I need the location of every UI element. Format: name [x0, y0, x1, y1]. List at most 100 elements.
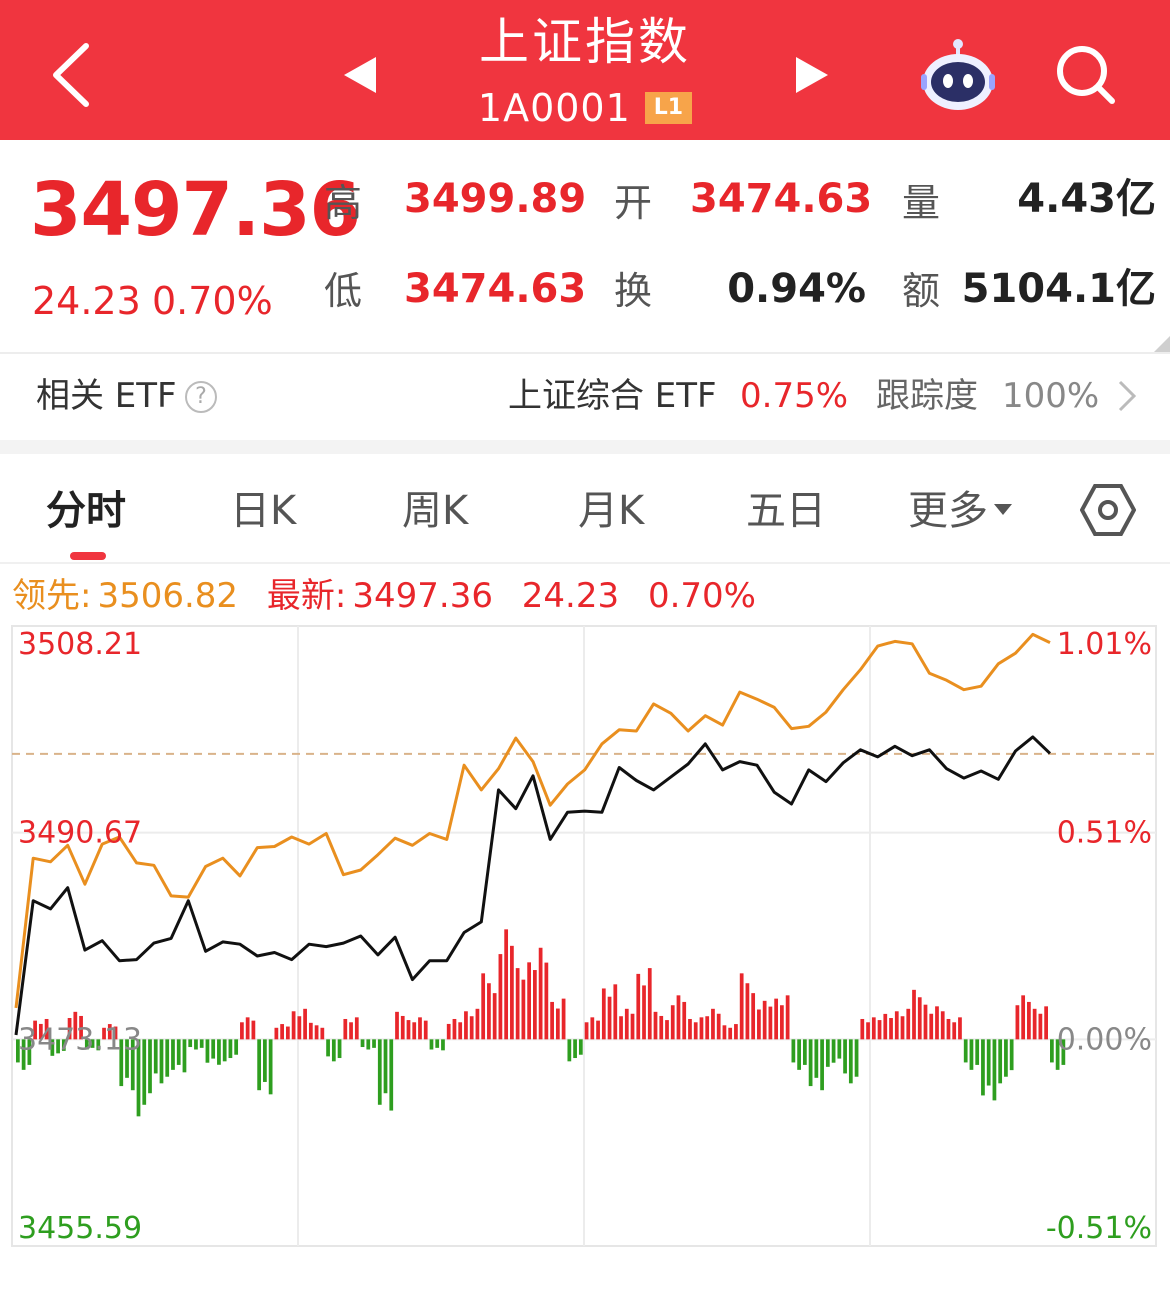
volume-bar	[992, 1039, 997, 1101]
volume-bar	[716, 1013, 721, 1040]
volume-bar	[331, 1039, 336, 1062]
volume-bar	[1044, 1006, 1048, 1040]
volume-bar	[1021, 995, 1026, 1040]
volume-bar	[521, 979, 526, 1040]
volume-bar	[774, 998, 779, 1040]
volume-bar	[481, 973, 486, 1040]
tab-weekly-k[interactable]: 周K	[402, 486, 468, 536]
back-button[interactable]	[30, 30, 110, 120]
volume-bar	[596, 1020, 600, 1040]
volume-bar	[475, 1008, 480, 1040]
volume-bar	[567, 1039, 572, 1062]
volume-bar	[544, 962, 549, 1040]
expand-corner-icon[interactable]	[1154, 336, 1170, 352]
volume-bar	[257, 1039, 262, 1091]
open-value: 3474.63	[690, 176, 873, 222]
volume-bar	[527, 962, 531, 1040]
y-tick-label-left: 3473.13	[18, 1022, 142, 1057]
stock-code: 1A0001	[477, 86, 631, 130]
intraday-chart[interactable]: 3508.21 3490.67 3473.13 3455.59 1.01% 0.51% 0.…	[0, 618, 1170, 1298]
stock-code-row: 1A0001 L1	[400, 84, 770, 132]
volume-bar	[188, 1039, 193, 1048]
volume-bar	[820, 1039, 824, 1091]
volume-bar	[963, 1039, 968, 1063]
volume-bar	[659, 1015, 664, 1040]
volume-bar	[734, 1024, 738, 1040]
next-stock-button[interactable]	[782, 40, 842, 110]
tab-five-day[interactable]: 五日	[746, 486, 826, 536]
low-label: 低	[324, 269, 363, 313]
volume-bar	[360, 1039, 365, 1048]
volume-bar	[866, 1022, 870, 1040]
volume-bar	[607, 996, 612, 1040]
low-value: 3474.63	[404, 266, 587, 312]
volume-bar	[182, 1039, 187, 1073]
volume-bar	[745, 983, 750, 1040]
volume-bar	[860, 1018, 865, 1040]
tab-intraday[interactable]: 分时	[46, 486, 126, 536]
volume-bar	[504, 929, 509, 1040]
current-price: 3497.36	[30, 167, 361, 253]
settings-hexagon-icon[interactable]	[1080, 482, 1136, 538]
volume-bar	[555, 1008, 560, 1040]
volume-bar	[883, 1013, 888, 1040]
volume-bar	[222, 1039, 227, 1062]
etf-change-pct: 0.75%	[740, 376, 849, 416]
latest-pct: 0.70%	[647, 576, 756, 616]
volume-bar	[929, 1013, 934, 1040]
volume-bar	[217, 1039, 221, 1065]
volume-bar	[366, 1039, 371, 1050]
volume-bar	[1050, 1039, 1054, 1063]
volume-bar	[435, 1039, 440, 1048]
tab-more[interactable]: 更多	[908, 486, 1012, 536]
volume-bar	[670, 1005, 675, 1040]
robot-assistant-icon	[921, 39, 995, 110]
volume-bar	[814, 1039, 819, 1078]
volume-bar	[728, 1027, 733, 1040]
volume-bar	[280, 1024, 284, 1040]
volume-bar	[642, 985, 646, 1040]
volume-bar	[240, 1022, 244, 1040]
volume-bar	[354, 1017, 359, 1040]
lead-index-line	[14, 632, 1051, 1009]
volume-bar	[969, 1039, 974, 1070]
volume-bar	[469, 1016, 474, 1040]
volume-bar	[291, 1011, 296, 1040]
volume-bar	[343, 1018, 348, 1040]
volume-bar	[383, 1039, 388, 1094]
volume-bar	[1027, 1001, 1031, 1040]
volume-bar	[464, 1011, 468, 1040]
volume-bar	[498, 954, 503, 1040]
chevron-right-icon	[1118, 380, 1137, 412]
volume-bar	[285, 1026, 290, 1040]
related-etf-row[interactable]: 相关 ETF ? 上证综合 ETF 0.75% 跟踪度 100%	[0, 354, 1170, 440]
volume-bar	[825, 1039, 830, 1067]
volume-bar	[452, 1018, 457, 1040]
volume-bar	[1032, 1008, 1037, 1040]
prev-stock-button[interactable]	[330, 40, 390, 110]
tab-monthly-k[interactable]: 月K	[578, 486, 644, 536]
volume-bar	[400, 1015, 405, 1040]
etf-title: 相关 ETF	[36, 376, 177, 416]
volume-bar	[722, 1025, 727, 1040]
search-icon	[1057, 46, 1115, 104]
price-change-pct: 0.70%	[152, 279, 273, 323]
etf-name: 上证综合 ETF	[508, 376, 717, 416]
assistant-button[interactable]	[912, 30, 1004, 120]
volume-bar	[349, 1022, 353, 1040]
volume-bar	[418, 1017, 422, 1040]
volume-bar	[647, 968, 652, 1040]
turnover-label: 换	[614, 269, 653, 313]
tab-daily-k[interactable]: 日K	[230, 486, 296, 536]
volume-bar	[808, 1039, 813, 1087]
help-icon[interactable]: ?	[185, 381, 217, 413]
latest-label: 最新:	[266, 576, 347, 616]
level-badge: L1	[644, 92, 693, 124]
back-chevron-icon	[53, 43, 89, 107]
search-button[interactable]	[1040, 30, 1132, 120]
high-label: 高	[324, 181, 363, 225]
volume-bar	[423, 1020, 428, 1040]
caret-down-icon	[994, 503, 1012, 515]
volume-bar	[584, 1022, 589, 1040]
volume-bar	[619, 1016, 623, 1040]
